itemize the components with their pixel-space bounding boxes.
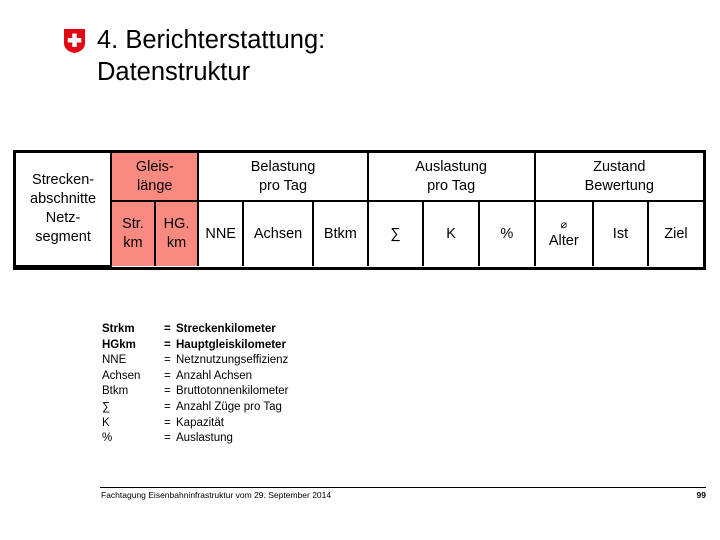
header-group-auslastung: Auslastung pro Tag (366, 153, 536, 202)
slide-number: 99 (696, 490, 706, 500)
subheader-prozent: % (477, 200, 536, 266)
swiss-shield-icon (64, 29, 85, 53)
legend-key: Achsen (102, 369, 141, 382)
legend-equals: = (164, 369, 171, 382)
legend-key: NNE (102, 354, 127, 367)
legend-equals: = (164, 323, 171, 335)
legend-equals: = (164, 432, 171, 445)
page-title: 4. Berichterstattung: Datenstruktur (97, 26, 326, 86)
legend-equals: = (164, 354, 171, 367)
subheader-achsen: Achsen (241, 200, 315, 266)
legend-row: Strkm = Streckenkilometer (102, 322, 289, 338)
footer-event-text: Fachtagung Eisenbahninfrastruktur vom 29… (101, 490, 332, 500)
legend-row: % = Auslastung (102, 431, 289, 447)
legend-key: HGkm (102, 338, 136, 351)
legend-row: Btkm = Bruttotonnenkilometer (102, 384, 289, 400)
legend-value: Anzahl Züge pro Tag (176, 400, 282, 413)
legend-key: ∑ (102, 400, 111, 413)
subheader-nne: NNE (197, 200, 244, 266)
legend-key: Strkm (102, 323, 135, 335)
footer-divider (100, 487, 706, 488)
abbreviation-legend: Strkm = Streckenkilometer HGkm = Hauptgleiski… (102, 322, 289, 447)
legend-key: % (102, 432, 113, 445)
legend-row: HGkm = Hauptgleiskilometer (102, 338, 289, 354)
legend-value: Auslastung (176, 432, 233, 445)
legend-key: K (102, 416, 110, 429)
subheader-alter: ⌀ Alter (533, 200, 594, 266)
legend-value: Streckenkilometer (176, 323, 276, 335)
diameter-average-icon: ⌀ (560, 218, 568, 231)
legend-value: Kapazität (176, 416, 224, 429)
subheader-ist: Ist (591, 200, 649, 266)
legend-key: Btkm (102, 385, 129, 398)
legend-value: Bruttotonnenkilometer (176, 385, 289, 398)
header-group-zustand: Zustand Bewertung (533, 153, 703, 202)
subheader-strkm: Str. km (110, 200, 156, 266)
legend-table: Strkm = Streckenkilometer HGkm = Hauptgleiski… (102, 322, 289, 447)
slide-title-block: 4. Berichterstattung: Datenstruktur (63, 24, 703, 88)
subheader-hgkm: HG. km (153, 200, 200, 266)
subheader-alter-label: Alter (548, 232, 579, 249)
header-group-belastung: Belastung pro Tag (197, 153, 369, 202)
legend-equals: = (164, 416, 171, 429)
subheader-btkm: Btkm (312, 200, 369, 266)
data-structure-table: Strecken- abschnitte Netz- segment Gleis… (13, 150, 706, 270)
legend-equals: = (164, 400, 171, 413)
legend-row: K = Kapazität (102, 416, 289, 432)
legend-value: Anzahl Achsen (176, 369, 253, 382)
legend-row: NNE = Netznutzungseffizienz (102, 353, 289, 369)
legend-value: Hauptgleiskilometer (176, 338, 286, 351)
header-group-gleislaenge: Gleis- länge (110, 153, 200, 202)
subheader-ziel: Ziel (646, 200, 703, 266)
subheader-summe: ∑ (366, 200, 425, 266)
legend-row: Achsen = Anzahl Achsen (102, 369, 289, 385)
legend-equals: = (164, 385, 171, 398)
table-row-group-headers: Strecken- abschnitte Netz- segment Gleis… (16, 153, 703, 267)
table-row-sub-headers: Str. km HG. km NNE Achsen Btkm ∑ K % ⌀ A… (16, 200, 703, 266)
subheader-kapazitaet: K (422, 200, 480, 266)
legend-value: Netznutzungseffizienz (176, 354, 289, 367)
header-streckenabschnitte: Strecken- abschnitte Netz- segment (16, 153, 113, 267)
legend-equals: = (164, 338, 171, 351)
legend-row: ∑ = Anzahl Züge pro Tag (102, 400, 289, 416)
